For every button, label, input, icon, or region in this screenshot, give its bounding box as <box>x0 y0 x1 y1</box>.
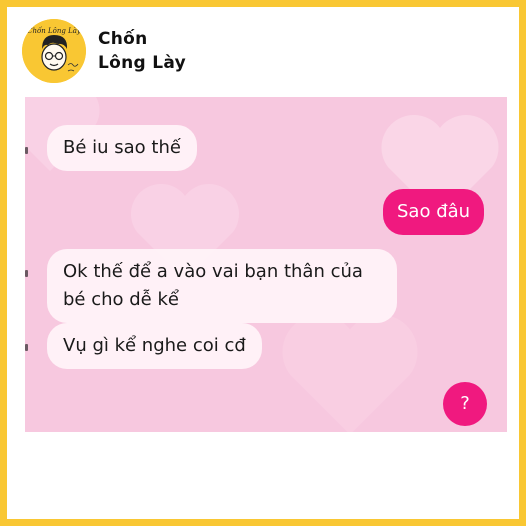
message-incoming: Bé iu sao thế <box>47 125 197 171</box>
chat-screenshot: Bé iu sao thế Sao đâu Ok thế để a vào va… <box>25 97 507 432</box>
post-card: Chốn Lông Lày Chốn Lông Lày Bé iu sao th… <box>7 7 519 519</box>
message-incoming: Ok thế để a vào vai bạn thân của bé cho … <box>47 249 397 323</box>
help-button[interactable]: ? <box>443 382 487 426</box>
message-outgoing: Sao đâu <box>383 189 485 235</box>
page-name-line-2: Lông Lày <box>98 53 186 73</box>
logo-lettering: Chốn Lông Lày <box>27 27 81 35</box>
page-name[interactable]: Chốn Lông Lày <box>98 27 186 75</box>
read-marker <box>25 270 28 277</box>
heart-decoration <box>282 314 418 432</box>
page-header: Chốn Lông Lày Chốn Lông Lày <box>22 19 322 89</box>
read-marker <box>25 344 28 351</box>
page-avatar[interactable]: Chốn Lông Lày <box>22 19 86 83</box>
page-name-line-1: Chốn <box>98 29 148 49</box>
message-incoming: Vụ gì kể nghe coi cđ <box>47 323 262 369</box>
read-marker <box>25 147 28 154</box>
